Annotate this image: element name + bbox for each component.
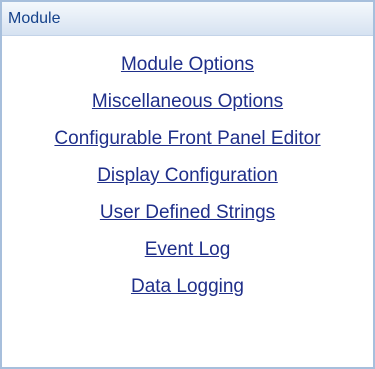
- list-item: Data Logging: [2, 274, 373, 311]
- display-configuration-link[interactable]: Display Configuration: [97, 165, 278, 186]
- list-item: User Defined Strings: [2, 200, 373, 237]
- data-logging-link[interactable]: Data Logging: [131, 276, 244, 297]
- list-item: Event Log: [2, 237, 373, 274]
- list-item: Configurable Front Panel Editor: [2, 126, 373, 163]
- panel-title: Module: [8, 10, 61, 27]
- panel-header: Module: [2, 2, 373, 36]
- miscellaneous-options-link[interactable]: Miscellaneous Options: [92, 91, 283, 112]
- user-defined-strings-link[interactable]: User Defined Strings: [100, 202, 275, 223]
- list-item: Miscellaneous Options: [2, 89, 373, 126]
- event-log-link[interactable]: Event Log: [145, 239, 231, 260]
- list-item: Display Configuration: [2, 163, 373, 200]
- module-link-list: Module Options Miscellaneous Options Con…: [2, 52, 373, 311]
- configurable-front-panel-editor-link[interactable]: Configurable Front Panel Editor: [54, 128, 320, 149]
- list-item: Module Options: [2, 52, 373, 89]
- module-options-link[interactable]: Module Options: [121, 54, 254, 75]
- module-panel: Module Module Options Miscellaneous Opti…: [0, 0, 375, 369]
